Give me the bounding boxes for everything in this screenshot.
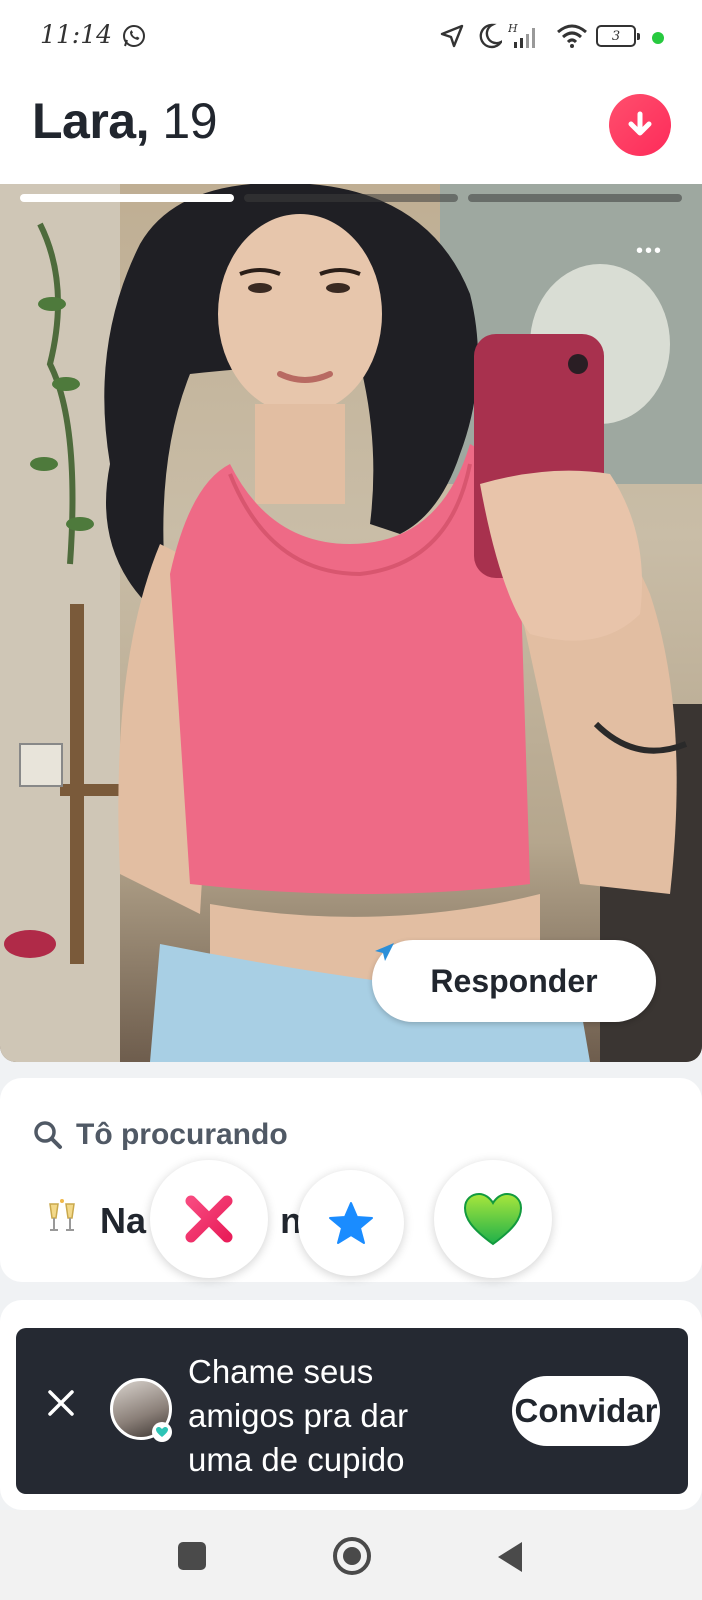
status-dot <box>652 32 664 44</box>
location-arrow-icon <box>440 24 464 53</box>
search-icon <box>34 1121 62 1149</box>
heart-icon <box>463 1192 523 1246</box>
status-time: 11:14 <box>40 20 113 49</box>
x-icon <box>185 1195 233 1243</box>
system-navigation-bar <box>0 1510 702 1600</box>
close-icon <box>48 1390 74 1416</box>
heart-badge-icon <box>152 1422 172 1442</box>
photo-progress-segment <box>244 194 458 202</box>
more-options-icon[interactable]: ••• <box>636 240 663 263</box>
like-button[interactable] <box>434 1160 552 1278</box>
close-snackbar-button[interactable] <box>46 1388 76 1423</box>
profile-title: Lara, 19 <box>32 92 218 150</box>
photo-progress-segment <box>468 194 682 202</box>
signal-icon: H <box>507 22 540 55</box>
home-icon[interactable] <box>333 1537 371 1575</box>
looking-for-header: Tô procurando <box>32 1118 288 1152</box>
champagne-icon <box>42 1198 82 1243</box>
profile-name: Lara, <box>32 93 150 149</box>
invite-message: Chame seus amigos pra dar uma de cupido <box>188 1353 409 1478</box>
photo-illustration <box>0 184 702 1062</box>
star-icon <box>329 1202 373 1244</box>
super-like-button[interactable] <box>298 1170 404 1276</box>
svg-text:H: H <box>508 22 518 35</box>
reply-button[interactable]: Responder <box>372 940 656 1022</box>
home-icon-inner <box>343 1547 361 1565</box>
back-icon[interactable] <box>496 1540 524 1579</box>
profile-age: 19 <box>162 93 218 149</box>
moon-icon <box>478 23 505 54</box>
photo-progress <box>20 194 682 202</box>
reply-label: Responder <box>430 962 598 999</box>
send-icon <box>375 943 394 961</box>
looking-for-title: Tô procurando <box>76 1118 288 1151</box>
whatsapp-icon <box>122 24 146 53</box>
invite-label: Convidar <box>514 1392 658 1429</box>
invite-snackbar: Chame seus amigos pra dar uma de cupido … <box>16 1328 688 1494</box>
photo-progress-segment <box>20 194 234 202</box>
status-bar: 11:14 H 3 <box>0 0 702 76</box>
invite-button[interactable]: Convidar <box>512 1376 660 1446</box>
battery-icon: 3 <box>596 25 640 47</box>
profile-photo[interactable]: ••• Responder <box>0 184 702 1062</box>
wifi-icon <box>556 24 588 53</box>
collapse-profile-button[interactable] <box>609 94 671 156</box>
arrow-down-icon <box>628 111 652 136</box>
nope-button[interactable] <box>150 1160 268 1278</box>
profile-header: Lara, 19 <box>0 76 702 184</box>
app-screen: 11:14 H 3 Lara, 19 ••• Responder Tô proc… <box>0 0 702 1600</box>
recent-apps-icon[interactable] <box>178 1542 206 1570</box>
